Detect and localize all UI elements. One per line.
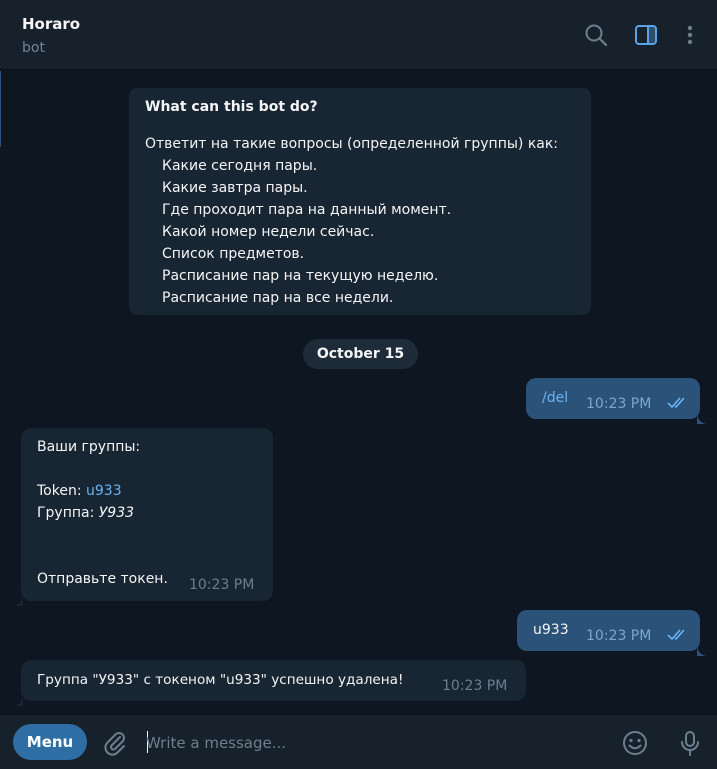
message-text: Группа "У933" с токеном "u933" успешно у… [37,672,404,688]
search-icon[interactable] [583,22,609,48]
bot-info-item: Какой номер недели сейчас. [162,224,375,240]
message-token-line: Token: u933 [37,480,122,502]
message-text[interactable]: /del [542,387,568,409]
bot-info-item: Расписание пар на текущую неделю. [162,268,439,284]
token-link[interactable]: u933 [86,483,122,499]
bot-info-item: Список предметов. [162,246,305,262]
bubble-tail [13,691,23,706]
message-footer-text: Отправьте токен. [37,571,168,587]
message-time: 10:23 PM [586,396,652,412]
chat-title[interactable]: Horaro [22,15,80,33]
message-group-line: Группа: У933 [37,502,134,524]
attach-icon[interactable] [101,729,129,757]
sidebar-toggle-icon[interactable] [633,22,659,48]
bubble-tail [697,409,707,424]
outgoing-message[interactable]: u933 10:23 PM [517,610,700,651]
menu-button[interactable]: Menu [13,724,87,760]
chat-subtitle: bot [22,40,45,56]
date-separator[interactable]: October 15 [303,339,418,369]
bot-info-item: Какие сегодня пары. [162,158,318,174]
emoji-icon[interactable] [621,729,649,757]
group-value: У933 [98,505,135,521]
scroll-indicator [0,71,1,147]
group-label: Группа: [37,505,99,521]
message-time: 10:23 PM [442,678,508,694]
chat-header: Horaro bot [0,0,717,70]
message-text: Ваши группы: [37,439,141,455]
more-vertical-icon[interactable] [677,22,703,48]
bot-info-item: Где проходит пара на данный момент. [162,202,452,218]
message-composer: Menu [0,714,717,769]
outgoing-message[interactable]: /del 10:23 PM [526,378,700,419]
microphone-icon[interactable] [676,729,704,757]
message-time: 10:23 PM [586,628,652,644]
bot-info-card: What can this bot do? Ответит на такие в… [129,88,591,315]
bubble-tail [13,591,23,606]
double-check-icon [667,397,689,409]
bot-info-title: What can this bot do? [145,99,318,115]
message-text: u933 [533,622,569,638]
bot-info-item: Расписание пар на все недели. [162,290,394,306]
bot-info-item: Какие завтра пары. [162,180,308,196]
message-list[interactable]: What can this bot do? Ответит на такие в… [0,71,717,714]
token-label: Token: [37,483,86,499]
incoming-message[interactable]: Группа "У933" с токеном "u933" успешно у… [21,660,526,701]
message-time: 10:23 PM [189,577,255,593]
double-check-icon [667,629,689,641]
incoming-message[interactable]: Ваши группы: Token: u933 Группа: У933 От… [21,428,273,601]
message-input[interactable] [146,728,606,758]
bubble-tail [697,641,707,656]
bot-info-intro: Ответит на такие вопросы (определенной г… [145,136,559,152]
